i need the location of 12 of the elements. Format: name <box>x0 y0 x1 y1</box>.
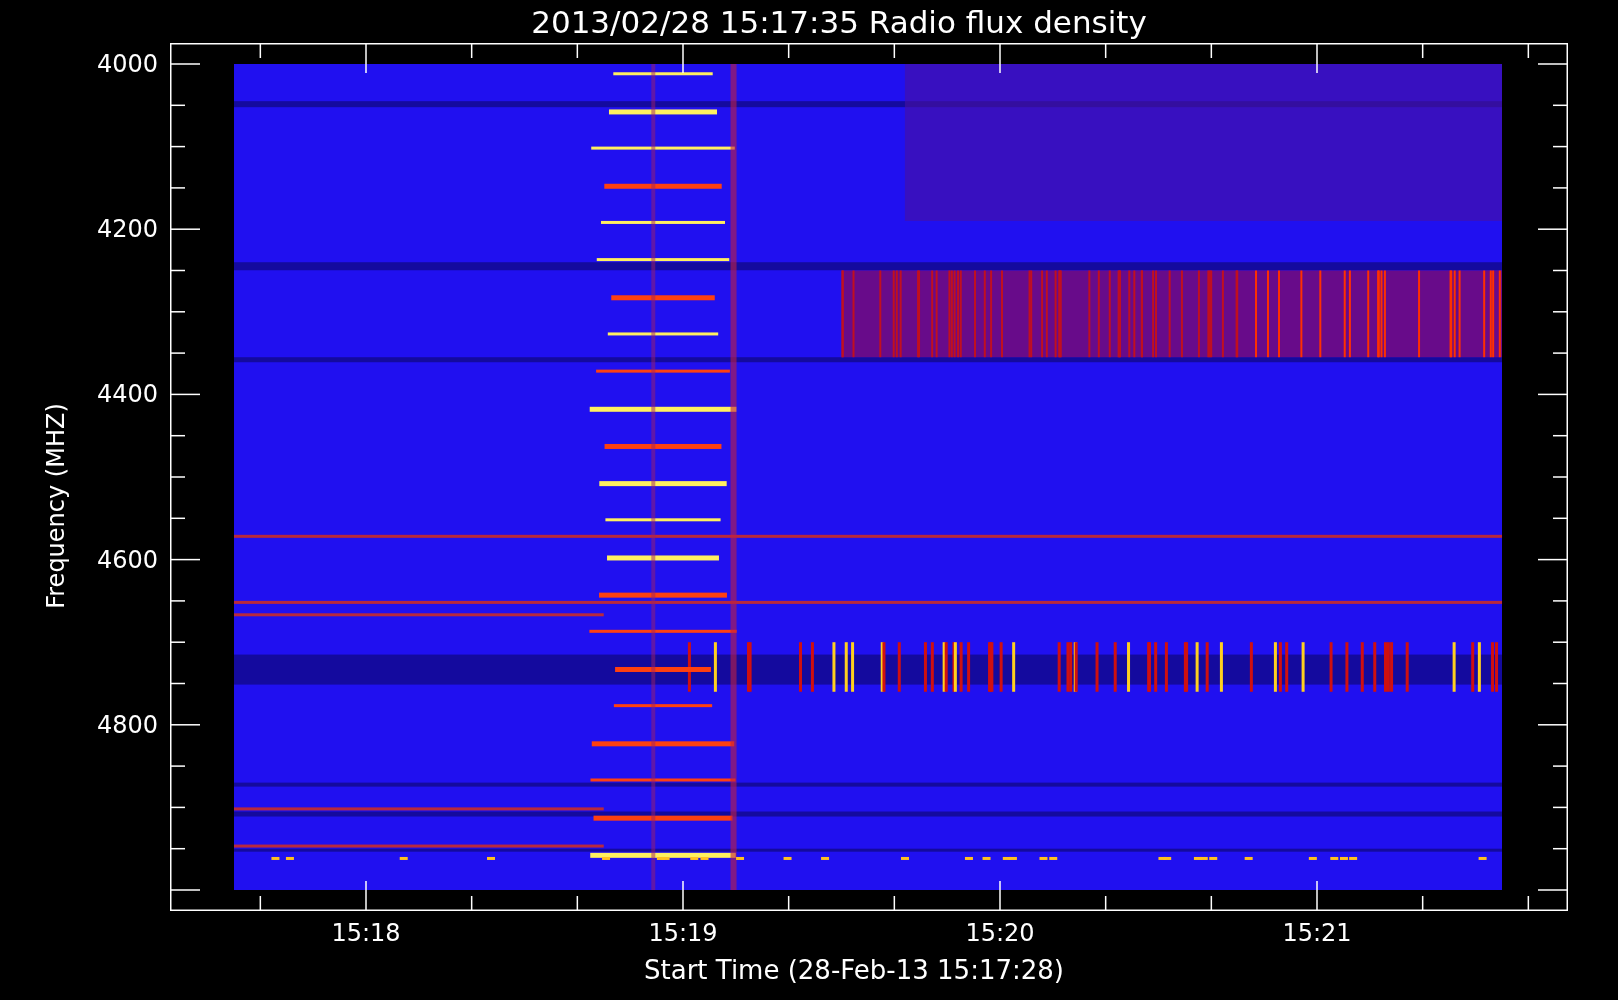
x-axis-title: Start Time (28-Feb-13 15:17:28) <box>644 955 1064 987</box>
x-tick-label: 15:21 <box>1282 919 1352 947</box>
chart-title: 2013/02/28 15:17:35 Radio flux density <box>531 3 1147 40</box>
y-tick-label: 4200 <box>96 215 158 244</box>
y-axis-title: Frequency (MHZ) <box>42 403 70 609</box>
y-tick-label: 4600 <box>96 545 158 574</box>
y-tick-label: 4400 <box>96 380 158 409</box>
x-tick-label: 15:19 <box>648 919 718 947</box>
x-tick-label: 15:18 <box>331 919 401 947</box>
x-tick-label: 15:20 <box>965 919 1035 947</box>
y-tick-label: 4800 <box>96 710 158 739</box>
y-tick-label: 4000 <box>96 50 158 78</box>
